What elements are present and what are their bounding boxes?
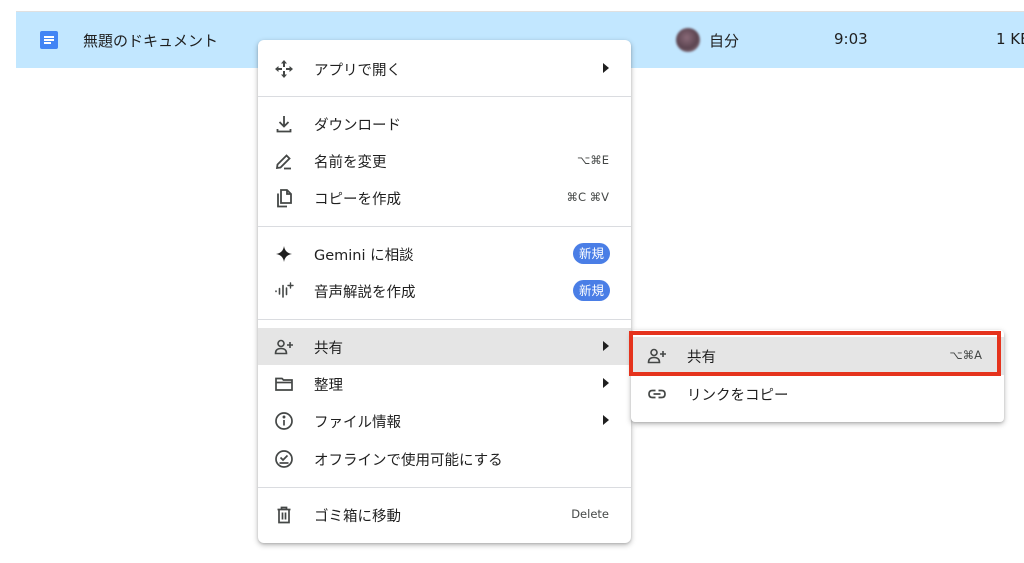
menu-item-ask-gemini[interactable]: Gemini に相談 新規 [258, 235, 631, 272]
trash-icon [273, 504, 295, 526]
file-owner: 自分 [709, 32, 740, 50]
file-size: 1 KB [996, 30, 1024, 48]
menu-item-share[interactable]: 共有 [258, 328, 631, 365]
info-icon [273, 410, 295, 432]
menu-item-label: オフラインで使用可能にする [314, 453, 503, 469]
menu-item-move-to-trash[interactable]: ゴミ箱に移動 Delete [258, 496, 631, 533]
folder-icon [273, 373, 295, 395]
new-badge: 新規 [572, 243, 610, 264]
open-with-icon [273, 58, 295, 80]
person-add-icon [273, 336, 295, 358]
context-menu: アプリで開く ダウンロード 名前を変更 ⌥⌘E コピーを作成 ⌘C ⌘V Gem… [258, 40, 631, 543]
menu-divider [258, 487, 631, 488]
menu-item-make-available-offline[interactable]: オフラインで使用可能にする [258, 440, 631, 477]
submenu-item-copy-link[interactable]: リンクをコピー [631, 375, 1004, 413]
menu-divider [258, 226, 631, 227]
submenu-arrow-icon [603, 63, 609, 73]
download-icon [273, 113, 295, 135]
menu-item-label: コピーを作成 [314, 192, 401, 208]
shortcut-hint: Delete [571, 507, 609, 521]
audio-wave-icon [273, 280, 295, 302]
menu-item-label: ダウンロード [314, 118, 401, 134]
menu-item-label: アプリで開く [314, 63, 401, 79]
rename-icon [273, 150, 295, 172]
menu-item-organize[interactable]: 整理 [258, 365, 631, 402]
submenu-arrow-icon [603, 341, 609, 351]
menu-item-label: 整理 [314, 378, 343, 394]
menu-item-label: 音声解説を作成 [314, 285, 416, 301]
menu-item-label: ゴミ箱に移動 [314, 509, 401, 525]
docs-file-icon [40, 31, 58, 49]
menu-item-label: 共有 [314, 341, 343, 357]
menu-item-rename[interactable]: 名前を変更 ⌥⌘E [258, 142, 631, 179]
menu-item-label: ファイル情報 [314, 415, 401, 431]
file-modified-time: 9:03 [834, 30, 868, 48]
shortcut-hint: ⌥⌘E [576, 153, 609, 167]
annotation-highlight-box [629, 331, 1001, 376]
copy-icon [273, 187, 295, 209]
menu-item-label: Gemini に相談 [314, 248, 414, 264]
menu-item-make-copy[interactable]: コピーを作成 ⌘C ⌘V [258, 179, 631, 216]
menu-item-create-audio-overview[interactable]: 音声解説を作成 新規 [258, 272, 631, 309]
menu-item-open-with[interactable]: アプリで開く [258, 50, 631, 87]
file-name[interactable]: 無題のドキュメント [83, 30, 218, 51]
menu-item-file-info[interactable]: ファイル情報 [258, 402, 631, 439]
menu-divider [258, 96, 631, 97]
shortcut-hint: ⌘C ⌘V [566, 190, 609, 204]
submenu-arrow-icon [603, 415, 609, 425]
new-badge: 新規 [572, 280, 610, 301]
link-icon [646, 383, 668, 405]
offline-check-icon [273, 448, 295, 470]
owner-avatar [676, 28, 700, 52]
submenu-item-label: リンクをコピー [687, 388, 789, 404]
menu-divider [258, 319, 631, 320]
menu-item-label: 名前を変更 [314, 155, 387, 171]
menu-item-download[interactable]: ダウンロード [258, 105, 631, 142]
submenu-arrow-icon [603, 378, 609, 388]
sparkle-icon [273, 243, 295, 265]
